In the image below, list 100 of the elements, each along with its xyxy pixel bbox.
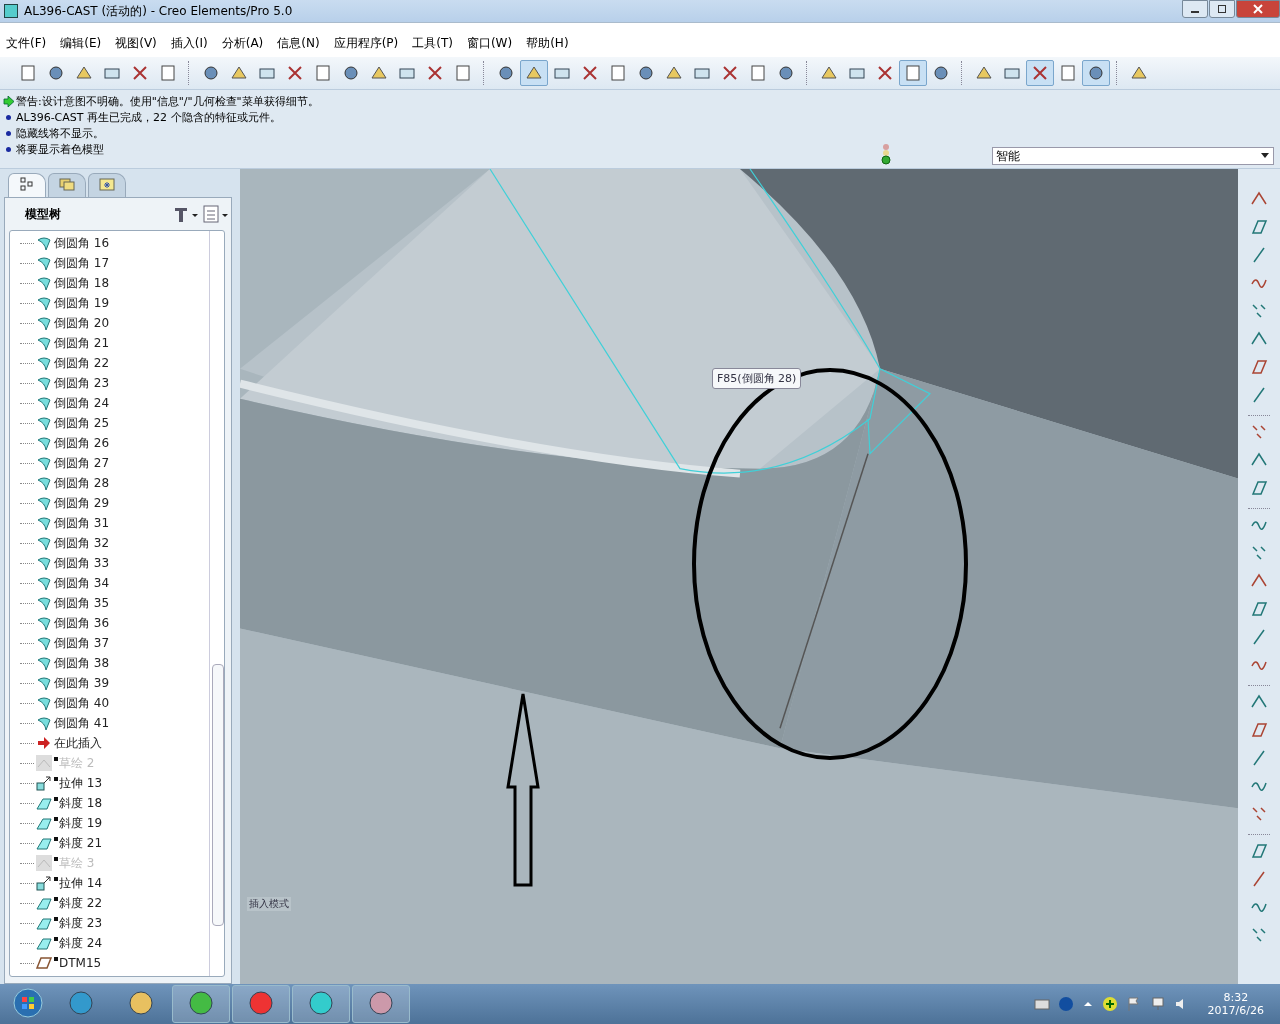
- keyboard-icon: [1033, 998, 1050, 1010]
- round-feature-icon: [36, 615, 52, 631]
- list-menu-icon[interactable]: [203, 205, 231, 223]
- round-feature-icon: [36, 595, 52, 611]
- tree-item[interactable]: 斜度 23: [10, 913, 209, 933]
- tree-item[interactable]: 倒圆角 27: [10, 453, 209, 473]
- network-icon[interactable]: [1149, 996, 1166, 1012]
- scrollbar[interactable]: [209, 231, 224, 976]
- tree-item[interactable]: 倒圆角 29: [10, 493, 209, 513]
- round-feature-icon: [36, 235, 52, 251]
- round-feature-icon: [36, 715, 52, 731]
- round-feature-icon: [36, 415, 52, 431]
- message-text: 隐藏线将不显示。: [16, 125, 104, 141]
- round-feature-icon: [36, 255, 52, 271]
- minimize-icon: [1191, 11, 1199, 13]
- round-feature-icon: [36, 335, 52, 351]
- menu-item[interactable]: 分析(A): [221, 34, 264, 52]
- close-icon: [1253, 4, 1263, 14]
- tree-item[interactable]: 倒圆角 32: [10, 533, 209, 553]
- tree-item[interactable]: 倒圆角 34: [10, 573, 209, 593]
- folders-icon: [59, 177, 75, 191]
- tree-item[interactable]: 倒圆角 20: [10, 313, 209, 333]
- plus-icon[interactable]: [1101, 996, 1118, 1012]
- menu-item[interactable]: 工具(T): [412, 34, 453, 52]
- filter-dropdown[interactable]: 智能: [992, 147, 1274, 165]
- tree-item[interactable]: 倒圆角 17: [10, 253, 209, 273]
- sketch-icon: [36, 855, 52, 871]
- tree-item[interactable]: 倒圆角 23: [10, 373, 209, 393]
- tree-item[interactable]: 倒圆角 24: [10, 393, 209, 413]
- round-feature-icon: [36, 455, 52, 471]
- round-feature-icon: [36, 295, 52, 311]
- tree-item[interactable]: 倒圆角 37: [10, 633, 209, 653]
- tree-item[interactable]: 倒圆角 19: [10, 293, 209, 313]
- menu-item[interactable]: 应用程序(P): [333, 34, 399, 52]
- menu-item[interactable]: 插入(I): [170, 34, 208, 52]
- tree-item[interactable]: DTM15: [10, 953, 209, 973]
- tree-item[interactable]: 倒圆角 21: [10, 333, 209, 353]
- menu-item[interactable]: 帮助(H): [526, 34, 569, 52]
- tree-item[interactable]: 倒圆角 28: [10, 473, 209, 493]
- tree-item[interactable]: 倒圆角 22: [10, 353, 209, 373]
- model-tree-tab[interactable]: [8, 173, 46, 197]
- round-feature-icon: [36, 555, 52, 571]
- traffic-light-icon: [880, 143, 892, 165]
- flag-icon[interactable]: [1125, 996, 1142, 1012]
- dropdown-caret-icon: [1261, 153, 1269, 159]
- tree-item[interactable]: 斜度 18: [10, 793, 209, 813]
- tree-item[interactable]: 倒圆角 18: [10, 273, 209, 293]
- clock-date: 2017/6/26: [1207, 1004, 1264, 1017]
- favorites-tab[interactable]: [88, 173, 126, 197]
- tree-item[interactable]: 倒圆角 16: [10, 233, 209, 253]
- tree-item[interactable]: 倒圆角 33: [10, 553, 209, 573]
- tree-item[interactable]: 斜度 19: [10, 813, 209, 833]
- window-title: AL396-CAST (活动的) - Creo Elements/Pro 5.0: [24, 2, 293, 20]
- message-text: 警告:设计意图不明确。使用"信息"/"几何检查"菜单获得细节。: [16, 93, 319, 109]
- star-folder-icon: [99, 177, 115, 191]
- round-feature-icon: [36, 275, 52, 291]
- tree-item[interactable]: 倒圆角 35: [10, 593, 209, 613]
- tree-item[interactable]: 倒圆角 36: [10, 613, 209, 633]
- message-text: AL396-CAST 再生已完成，22 个隐含的特征或元件。: [16, 109, 281, 125]
- tree-item[interactable]: 拉伸 13: [10, 773, 209, 793]
- round-feature-icon: [36, 655, 52, 671]
- message-text: 将要显示着色模型: [16, 141, 104, 157]
- tree-icon: [19, 177, 35, 191]
- tree-item[interactable]: 斜度 22: [10, 893, 209, 913]
- round-feature-icon: [36, 675, 52, 691]
- maximize-button[interactable]: [1209, 0, 1235, 18]
- extrude-icon: [36, 775, 52, 791]
- tree-item[interactable]: 倒圆角 26: [10, 433, 209, 453]
- tree-item[interactable]: 倒圆角 31: [10, 513, 209, 533]
- menu-item[interactable]: 视图(V): [115, 34, 157, 52]
- app-icon: [4, 4, 18, 18]
- close-button[interactable]: [1236, 0, 1280, 18]
- folder-tab[interactable]: [48, 173, 86, 197]
- tree-item[interactable]: 斜度 21: [10, 833, 209, 853]
- menu-item[interactable]: 编辑(E): [60, 34, 102, 52]
- menu-item[interactable]: 窗口(W): [466, 34, 513, 52]
- tooltip: F85(倒圆角 28): [712, 368, 802, 389]
- round-feature-icon: [36, 355, 52, 371]
- round-feature-icon: [36, 515, 52, 531]
- tree-item[interactable]: 倒圆角 38: [10, 653, 209, 673]
- round-feature-icon: [36, 435, 52, 451]
- round-feature-icon: [36, 635, 52, 651]
- tree-item[interactable]: 倒圆角 41: [10, 713, 209, 733]
- clock-time: 8:32: [1223, 991, 1249, 1004]
- round-feature-icon: [36, 315, 52, 331]
- mode-label: 插入模式: [247, 897, 291, 911]
- tree-item[interactable]: 倒圆角 40: [10, 693, 209, 713]
- minimize-button[interactable]: [1182, 0, 1208, 18]
- round-feature-icon: [36, 475, 52, 491]
- round-feature-icon: [36, 575, 52, 591]
- tree-item[interactable]: 斜度 24: [10, 933, 209, 953]
- tree-item[interactable]: 在此插入: [10, 733, 209, 753]
- panel-title: 模型树: [25, 205, 61, 223]
- menu-item[interactable]: 信息(N): [277, 34, 320, 52]
- menu-item[interactable]: 文件(F): [6, 34, 47, 52]
- round-feature-icon: [36, 695, 52, 711]
- round-feature-icon: [36, 495, 52, 511]
- tree-item[interactable]: 倒圆角 39: [10, 673, 209, 693]
- tree-item[interactable]: 拉伸 14: [10, 873, 209, 893]
- tree-item[interactable]: 倒圆角 25: [10, 413, 209, 433]
